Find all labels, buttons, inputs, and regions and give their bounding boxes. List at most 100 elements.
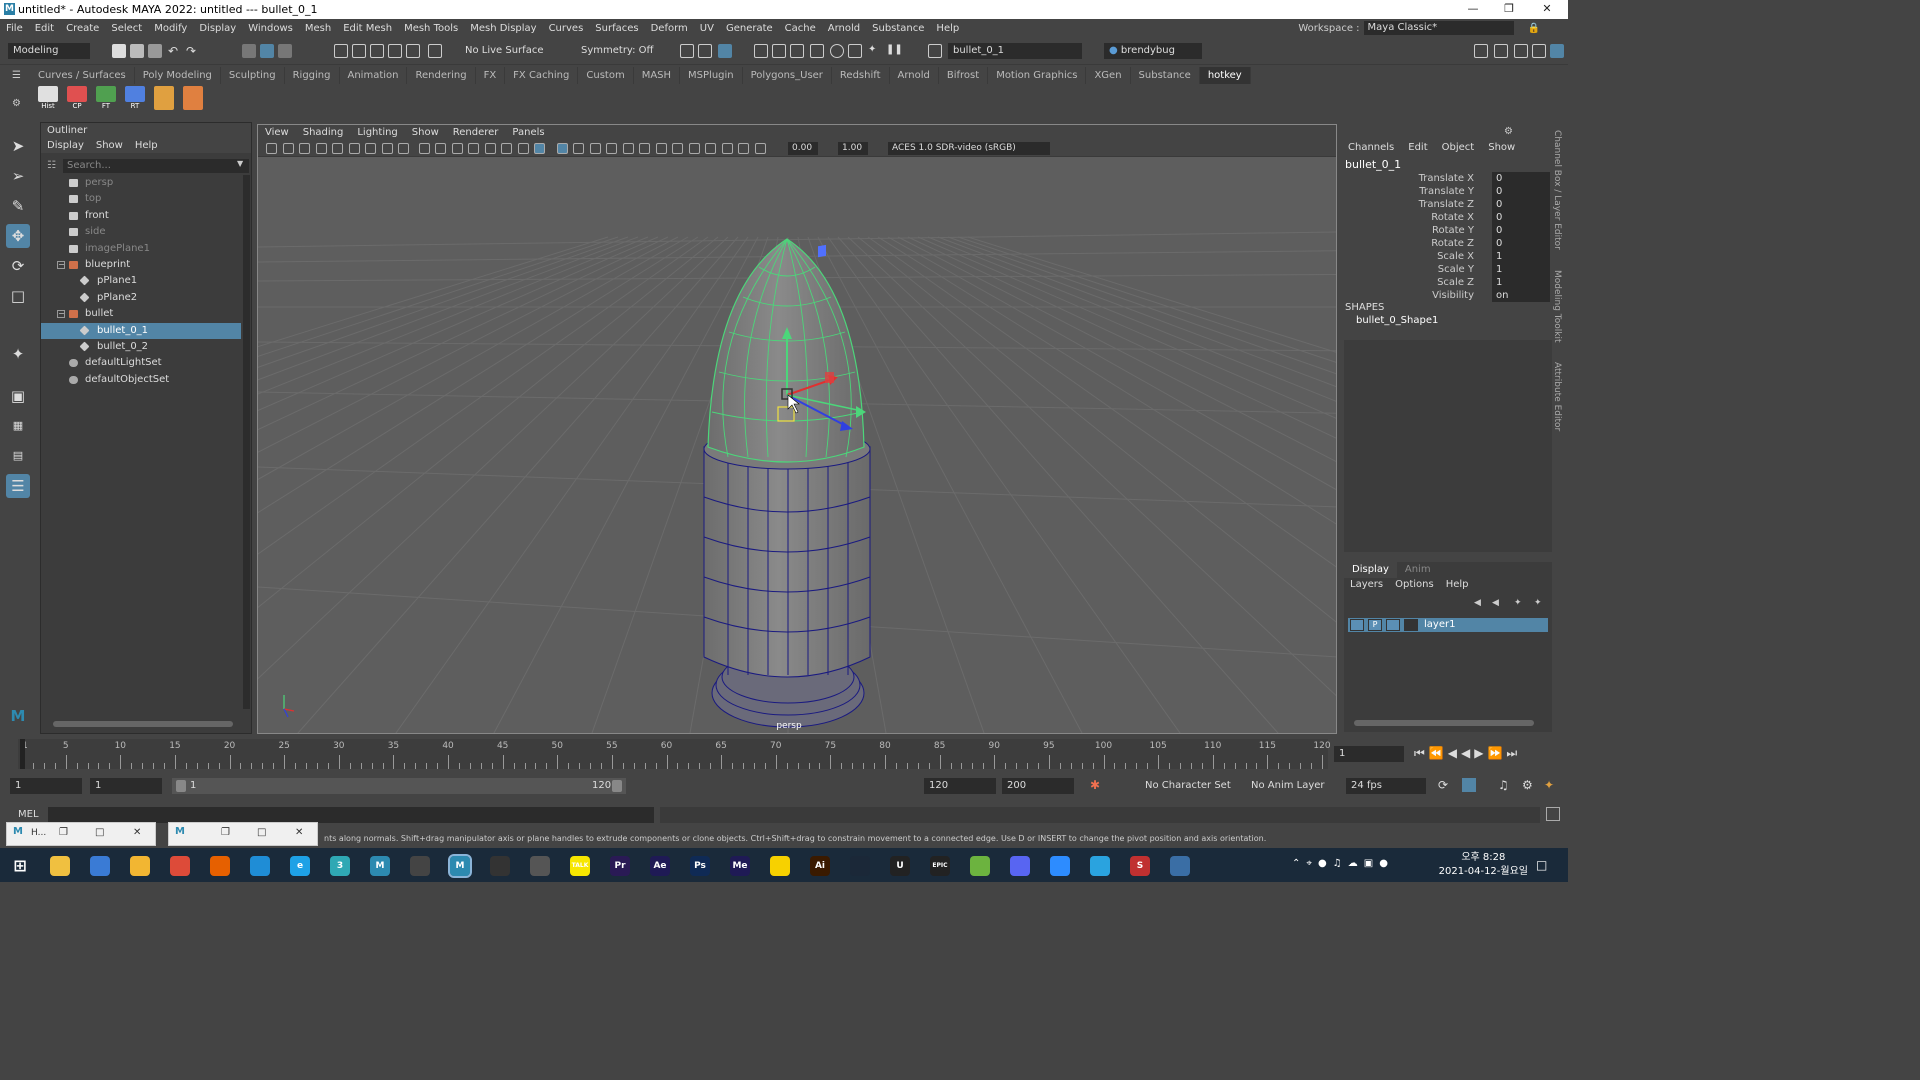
lasso-tool-icon[interactable]: ➢ bbox=[6, 164, 30, 188]
sound-icon[interactable]: ♫ bbox=[1498, 778, 1509, 792]
menu-item[interactable]: Edit Mesh bbox=[337, 23, 398, 34]
channel-row[interactable]: Translate Y 0 bbox=[1340, 185, 1550, 198]
select-tool-icon[interactable]: ➤ bbox=[6, 134, 30, 158]
outliner-search-input[interactable]: Search... bbox=[63, 159, 249, 173]
tool-settings-icon[interactable] bbox=[1514, 44, 1528, 58]
shelf-tab[interactable]: Poly Modeling bbox=[135, 67, 221, 84]
channel-row[interactable]: Translate Z 0 bbox=[1340, 198, 1550, 211]
side-tab[interactable]: Channel Box / Layer Editor bbox=[1552, 130, 1562, 250]
viewport-toolbar-icon[interactable] bbox=[556, 143, 568, 154]
discord-icon[interactable] bbox=[1010, 856, 1030, 876]
channel-box-object-name[interactable]: bullet_0_1 bbox=[1345, 158, 1401, 171]
new-layer-icon[interactable]: ✦ bbox=[1514, 598, 1522, 608]
viewport-panel[interactable]: View Shading Lighting Show Renderer Panels 0.… bbox=[257, 124, 1337, 734]
unreal-icon[interactable]: U bbox=[890, 856, 910, 876]
wand-icon[interactable]: ✦ bbox=[868, 44, 882, 58]
viewport-toolbar-icon[interactable] bbox=[754, 143, 766, 154]
channel-value-field[interactable]: on bbox=[1492, 289, 1550, 302]
channel-box-menu-item[interactable]: Edit bbox=[1408, 142, 1427, 153]
telegram-icon[interactable] bbox=[1090, 856, 1110, 876]
explorer-icon[interactable] bbox=[50, 856, 70, 876]
layer-menu-item[interactable]: Options bbox=[1395, 578, 1434, 592]
channel-row[interactable]: Visibility on bbox=[1340, 289, 1550, 302]
outliner-item[interactable]: top bbox=[41, 191, 241, 207]
render-setup-icon[interactable] bbox=[810, 44, 824, 58]
shelf-tab[interactable]: Animation bbox=[340, 67, 408, 84]
viewport-toolbar-icon[interactable] bbox=[573, 143, 584, 154]
snap-point-icon[interactable] bbox=[370, 44, 384, 58]
outliner-item[interactable]: pPlane2 bbox=[41, 290, 241, 306]
menu-item[interactable]: Arnold bbox=[822, 23, 866, 34]
shelf-tab[interactable]: Redshift bbox=[832, 67, 890, 84]
close-icon[interactable]: ✕ bbox=[133, 827, 141, 838]
shelf-tab[interactable]: FX bbox=[476, 67, 506, 84]
menu-item[interactable]: Modify bbox=[148, 23, 193, 34]
outliner-menu-item[interactable]: Display bbox=[47, 138, 84, 153]
shelf-tab[interactable]: Bifrost bbox=[939, 67, 989, 84]
play-back-icon[interactable]: ◀ bbox=[1461, 746, 1474, 760]
shelf-script-button[interactable] bbox=[181, 86, 205, 114]
outliner-item[interactable]: − bullet bbox=[41, 306, 241, 322]
collapse-icon[interactable]: − bbox=[57, 310, 65, 319]
channel-row[interactable]: Scale X 1 bbox=[1340, 250, 1550, 263]
channel-row[interactable]: Rotate X 0 bbox=[1340, 211, 1550, 224]
channel-row[interactable]: Rotate Y 0 bbox=[1340, 224, 1550, 237]
outliner-item[interactable]: imagePlane1 bbox=[41, 241, 241, 257]
playback-buttons[interactable]: ⏮⏪◀◀▶⏩⏭ bbox=[1414, 746, 1521, 761]
menu-item[interactable]: Mesh Tools bbox=[398, 23, 464, 34]
shelf-settings-icon[interactable]: ⚙ bbox=[12, 98, 21, 109]
menu-item[interactable]: Display bbox=[193, 23, 242, 34]
live-surface-field[interactable]: No Live Surface bbox=[460, 43, 544, 59]
shelf-tab[interactable]: Curves / Surfaces bbox=[30, 67, 135, 84]
snap-curve-icon[interactable] bbox=[352, 44, 366, 58]
viewport-toolbar-icon[interactable] bbox=[688, 143, 700, 154]
menu-item[interactable]: Mesh Display bbox=[464, 23, 542, 34]
outliner-layout-icon[interactable]: ☰ bbox=[6, 474, 30, 498]
close-icon[interactable]: ✕ bbox=[295, 827, 303, 838]
animation-preferences-icon[interactable]: ⚙ bbox=[1522, 778, 1533, 792]
shelf-menu-icon[interactable]: ☰ bbox=[12, 70, 21, 81]
new-layer-selected-icon[interactable]: ✦ bbox=[1534, 598, 1542, 608]
select-object-icon[interactable] bbox=[260, 44, 274, 58]
shelf-tab[interactable]: Motion Graphics bbox=[988, 67, 1087, 84]
viewport-toolbar-icon[interactable] bbox=[348, 143, 360, 154]
save-scene-icon[interactable] bbox=[148, 44, 162, 58]
shelf-button[interactable]: Hist bbox=[36, 86, 60, 114]
snap-view-plane-icon[interactable] bbox=[388, 44, 402, 58]
menu-item[interactable]: Help bbox=[930, 23, 965, 34]
substance-icon[interactable]: S bbox=[1130, 856, 1150, 876]
talk-icon[interactable]: TALK bbox=[570, 856, 590, 876]
close-button[interactable]: ✕ bbox=[1530, 0, 1564, 19]
minimize-button[interactable]: — bbox=[1456, 0, 1490, 19]
maya-a-icon[interactable]: M bbox=[370, 856, 390, 876]
viewport-toolbar-icon[interactable] bbox=[721, 143, 733, 154]
viewport-menu-item[interactable]: Show bbox=[405, 125, 446, 140]
viewport-menu-item[interactable]: View bbox=[258, 125, 296, 140]
after-effects-icon[interactable]: Ae bbox=[650, 856, 670, 876]
input-field-mode-icon[interactable] bbox=[928, 44, 942, 58]
snap-live-icon[interactable] bbox=[428, 44, 442, 58]
channel-value-field[interactable]: 1 bbox=[1492, 276, 1550, 289]
maximize-button[interactable]: ❐ bbox=[1492, 0, 1526, 19]
construction-history-icon[interactable] bbox=[680, 44, 694, 58]
viewport-toolbar-icon[interactable] bbox=[738, 143, 749, 154]
menu-item[interactable]: File bbox=[0, 23, 29, 34]
layer-tab[interactable]: Display bbox=[1344, 562, 1397, 578]
illustrator-icon[interactable]: Ai bbox=[810, 856, 830, 876]
render-view-icon[interactable] bbox=[754, 44, 768, 58]
gear-app-icon[interactable] bbox=[530, 856, 550, 876]
restore-icon[interactable]: ❐ bbox=[59, 827, 68, 838]
viewport-toolbar-icon[interactable] bbox=[672, 143, 683, 154]
viewport-toolbar-icon[interactable] bbox=[655, 143, 667, 154]
search-options-chevron-icon[interactable]: ▼ bbox=[237, 159, 243, 168]
shelf-tab[interactable]: FX Caching bbox=[505, 67, 579, 84]
layer-move-down-icon[interactable]: ◀ bbox=[1492, 598, 1499, 608]
menu-item[interactable]: Select bbox=[105, 23, 148, 34]
calculator-icon[interactable] bbox=[90, 856, 110, 876]
play-forward-icon[interactable]: ▶ bbox=[1474, 746, 1487, 760]
channel-value-field[interactable]: 1 bbox=[1492, 263, 1550, 276]
shelf-tab[interactable]: Rendering bbox=[407, 67, 476, 84]
step-back-frame-icon[interactable]: ◀ bbox=[1448, 746, 1461, 760]
media-encoder-icon[interactable]: Me bbox=[730, 856, 750, 876]
shelf-tab[interactable]: Substance bbox=[1131, 67, 1200, 84]
